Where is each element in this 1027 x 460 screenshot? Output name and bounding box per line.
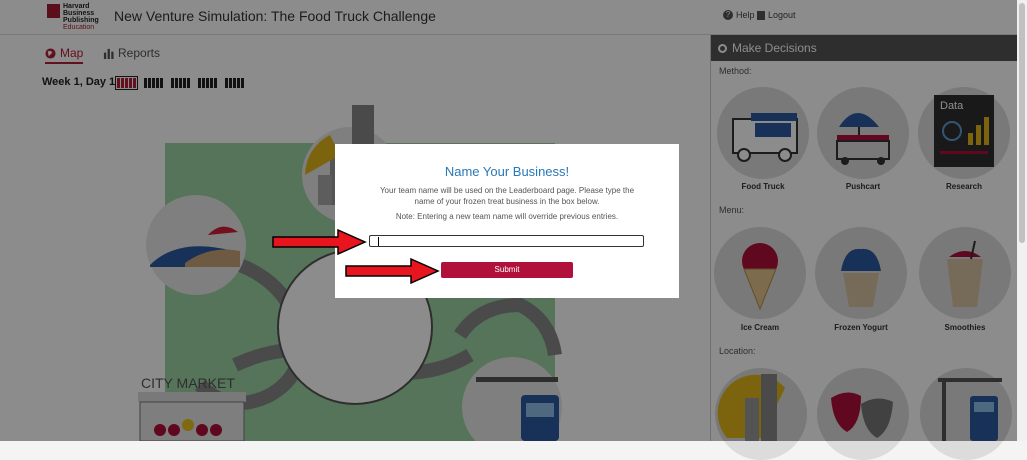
page-scrollbar[interactable] <box>1017 0 1027 441</box>
dialog-body-line-2: name of your frozen treat business in th… <box>414 197 600 206</box>
dialog-body: Your team name will be used on the Leade… <box>377 185 637 207</box>
text-caret <box>378 237 379 246</box>
team-name-input[interactable] <box>369 235 644 247</box>
arrow-to-input-icon <box>272 228 367 256</box>
arrow-to-submit-icon <box>345 257 440 285</box>
dialog-note: Note: Entering a new team name will over… <box>395 212 619 221</box>
scrollbar-thumb[interactable] <box>1019 3 1025 243</box>
dialog-body-line-1: Your team name will be used on the Leade… <box>379 186 635 195</box>
submit-button[interactable]: Submit <box>441 262 573 278</box>
dialog-title: Name Your Business! <box>444 164 570 179</box>
